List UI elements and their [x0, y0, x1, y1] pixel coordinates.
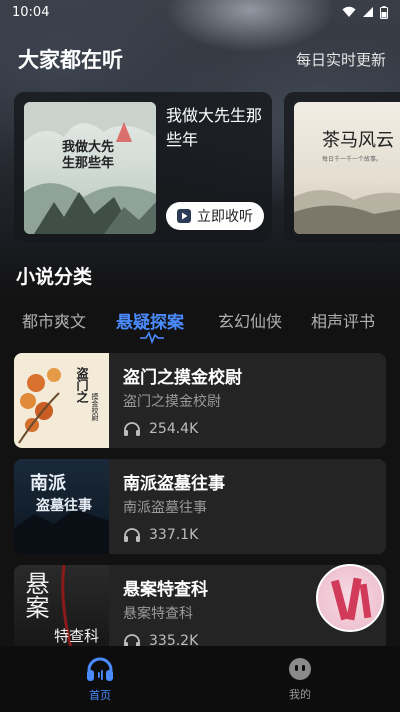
status-time: 10:04	[12, 4, 50, 20]
cover-title: 我做大先生那些年	[62, 140, 115, 171]
book-cover: 我做大先生那些年	[24, 102, 156, 234]
book-title: 盗门之摸金校尉	[123, 368, 242, 388]
floating-promo-badge[interactable]	[316, 564, 384, 632]
cover-title: 悬案	[21, 571, 49, 619]
headphones-icon	[124, 422, 140, 436]
bottom-nav: 首页 我的	[0, 646, 400, 712]
list-item[interactable]: 南派 盗墓往事 南派盗墓往事 南派盗墓往事 337.1K	[14, 459, 386, 554]
cover-subtitle: 盗墓往事	[36, 498, 92, 514]
list-item[interactable]: 盗门之 摸金校尉 盗门之摸金校尉 盗门之摸金校尉 254.4K	[14, 353, 386, 448]
headphones-icon	[124, 528, 140, 542]
cover-title: 茶马风云	[322, 130, 394, 151]
nav-profile-label: 我的	[289, 688, 311, 701]
nav-profile[interactable]: 我的	[200, 646, 400, 712]
headphones-icon	[87, 657, 113, 681]
listen-now-button[interactable]: 立即收听	[166, 202, 264, 230]
play-count: 337.1K	[123, 527, 198, 543]
featured-carousel[interactable]: 我做大先生那些年 我做大先生那些年 立即收听 茶马风云 每日千一千一个故事。	[14, 92, 400, 242]
book-title: 悬案特查科	[123, 580, 208, 600]
signal-icon	[363, 7, 373, 17]
cover-title: 南派	[30, 473, 66, 494]
status-bar: 10:04	[0, 0, 400, 24]
nav-home[interactable]: 首页	[0, 646, 200, 712]
category-title: 小说分类	[16, 266, 93, 288]
wifi-icon	[342, 6, 356, 17]
book-description: 南派盗墓往事	[123, 500, 207, 516]
cover-caption: 每日千一千一个故事。	[322, 156, 383, 163]
card-title: 我做大先生那些年	[166, 106, 263, 149]
featured-title: 大家都在听	[18, 48, 123, 72]
tab-crosstalk[interactable]: 相声评书	[311, 308, 375, 332]
cover-subtitle: 特查科	[54, 627, 100, 645]
play-icon	[177, 209, 191, 223]
battery-icon	[380, 5, 388, 19]
status-icons	[342, 5, 388, 19]
listen-now-label: 立即收听	[197, 209, 253, 225]
tab-fantasy[interactable]: 玄幻仙侠	[218, 308, 282, 332]
category-tabs: 都市爽文 悬疑探案 玄幻仙侠 相声评书	[0, 308, 400, 348]
nav-home-label: 首页	[89, 689, 111, 702]
book-description: 盗门之摸金校尉	[123, 394, 221, 410]
cover-subtitle: 摸金校尉	[91, 393, 99, 421]
play-count-value: 337.1K	[149, 527, 199, 543]
book-description: 悬案特查科	[123, 606, 193, 622]
play-count-value: 254.4K	[149, 421, 199, 437]
book-title: 南派盗墓往事	[123, 474, 225, 494]
book-cover: 南派 盗墓往事	[14, 459, 109, 554]
book-cover: 茶马风云 每日千一千一个故事。	[294, 102, 400, 234]
cover-art	[294, 190, 400, 234]
book-cover: 盗门之 摸金校尉	[14, 353, 109, 448]
featured-header: 大家都在听 每日实时更新	[18, 44, 386, 74]
tab-urban[interactable]: 都市爽文	[22, 308, 86, 332]
play-count: 254.4K	[123, 421, 198, 437]
featured-subtitle[interactable]: 每日实时更新	[296, 49, 386, 70]
face-icon	[289, 658, 311, 680]
tab-active-indicator	[140, 331, 164, 344]
featured-card[interactable]: 我做大先生那些年 我做大先生那些年 立即收听	[14, 92, 272, 242]
featured-card[interactable]: 茶马风云 每日千一千一个故事。	[284, 92, 400, 242]
cover-title: 盗门之	[75, 367, 89, 403]
